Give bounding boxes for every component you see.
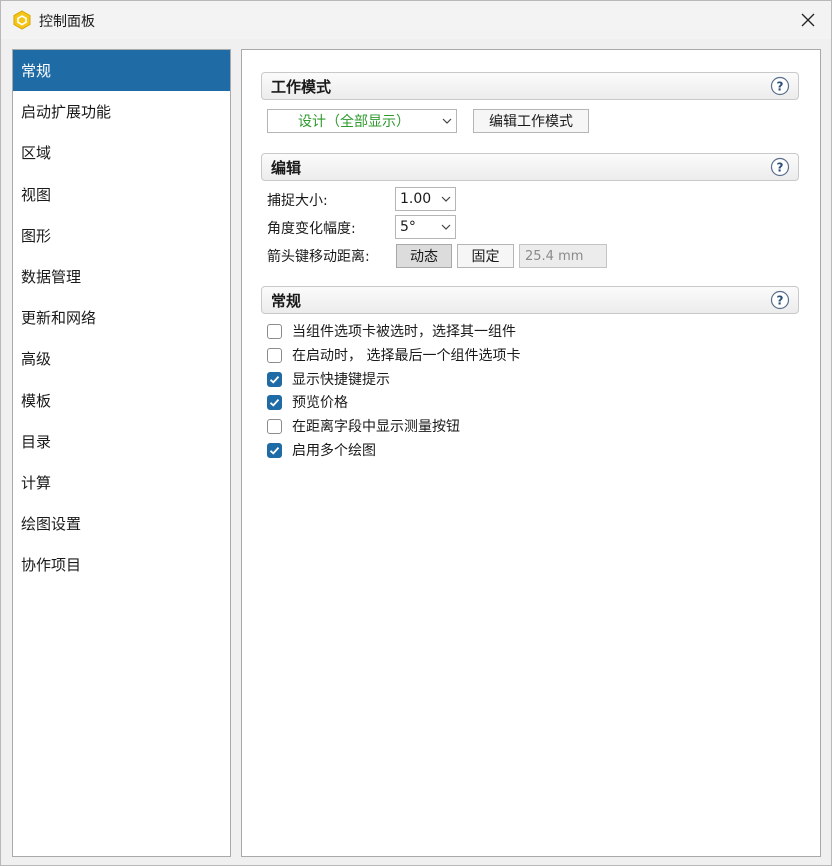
sidebar-item-collaboration[interactable]: 协作项目 — [13, 544, 230, 585]
window-title: 控制面板 — [39, 14, 95, 30]
app-hexagon-icon — [12, 10, 32, 30]
sidebar-item-graphics[interactable]: 图形 — [13, 215, 230, 256]
angle-step-label: 角度变化幅度: — [267, 221, 356, 237]
work-mode-section-header: 工作模式 ? — [261, 72, 799, 100]
sidebar-item-catalog[interactable]: 目录 — [13, 421, 230, 462]
edit-work-mode-button[interactable]: 编辑工作模式 — [473, 109, 589, 133]
fixed-button[interactable]: 固定 — [457, 244, 514, 268]
sidebar-item-templates[interactable]: 模板 — [13, 380, 230, 421]
title-bar: 控制面板 — [1, 1, 831, 39]
snap-size-dropdown[interactable]: 1.00 — [395, 187, 456, 211]
sidebar-nav: 常规 启动扩展功能 区域 视图 图形 数据管理 更新和网络 高级 模板 目录 计… — [12, 49, 231, 857]
arrow-key-distance-label: 箭头键移动距离: — [267, 249, 370, 265]
checkbox-checked[interactable] — [267, 442, 282, 458]
option-preview-price-checkbox[interactable]: 预览价格 — [267, 392, 348, 412]
option-multiple-drawings-checkbox[interactable]: 启用多个绘图 — [267, 440, 376, 460]
general-section-header: 常规 ? — [261, 286, 799, 314]
checkmark-icon — [269, 398, 280, 407]
work-mode-help-icon[interactable]: ? — [770, 76, 790, 96]
sidebar-item-region[interactable]: 区域 — [13, 132, 230, 173]
sidebar-item-startup-extensions[interactable]: 启动扩展功能 — [13, 91, 230, 132]
sidebar-item-update-network[interactable]: 更新和网络 — [13, 297, 230, 338]
checkmark-icon — [269, 446, 280, 455]
svg-text:?: ? — [777, 161, 784, 175]
sidebar-item-general[interactable]: 常规 — [13, 50, 230, 92]
settings-content-panel: 工作模式 ? 设计（全部显示） 编辑工作模式 编辑 ? 捕捉大小: 1.00 角… — [241, 49, 821, 857]
checkmark-icon — [269, 375, 280, 384]
dynamic-button[interactable]: 动态 — [396, 244, 452, 268]
edit-section-header: 编辑 ? — [261, 153, 799, 181]
checkbox-checked[interactable] — [267, 371, 282, 387]
option-select-on-tab-checkbox[interactable]: 当组件选项卡被选时，选择其一组件 — [267, 321, 516, 341]
control-panel-window: 控制面板 常规 启动扩展功能 区域 视图 图形 数据管理 更新和网络 高级 模板… — [0, 0, 832, 866]
checkbox-unchecked[interactable] — [267, 323, 282, 339]
option-measure-button-checkbox[interactable]: 在距离字段中显示测量按钮 — [267, 416, 460, 436]
sidebar-item-view[interactable]: 视图 — [13, 174, 230, 215]
work-mode-dropdown[interactable]: 设计（全部显示） — [267, 109, 457, 133]
svg-text:?: ? — [777, 80, 784, 94]
sidebar-item-advanced[interactable]: 高级 — [13, 338, 230, 379]
checkbox-checked[interactable] — [267, 394, 282, 410]
sidebar-item-calculation[interactable]: 计算 — [13, 462, 230, 503]
option-shortcut-hints-checkbox[interactable]: 显示快捷键提示 — [267, 369, 390, 389]
chevron-down-icon — [438, 118, 456, 124]
checkbox-unchecked[interactable] — [267, 347, 282, 363]
sidebar-item-drawing-settings[interactable]: 绘图设置 — [13, 503, 230, 544]
chevron-down-icon — [437, 224, 455, 230]
edit-help-icon[interactable]: ? — [770, 157, 790, 177]
checkbox-unchecked[interactable] — [267, 418, 282, 434]
close-icon — [801, 13, 815, 27]
svg-text:?: ? — [777, 294, 784, 308]
chevron-down-icon — [437, 196, 455, 202]
close-button[interactable] — [785, 1, 831, 39]
distance-input[interactable]: 25.4 mm — [519, 244, 607, 268]
snap-size-label: 捕捉大小: — [267, 193, 328, 209]
option-select-last-tab-checkbox[interactable]: 在启动时， 选择最后一个组件选项卡 — [267, 345, 520, 365]
sidebar-item-data-management[interactable]: 数据管理 — [13, 256, 230, 297]
angle-step-dropdown[interactable]: 5° — [395, 215, 456, 239]
general-help-icon[interactable]: ? — [770, 290, 790, 310]
